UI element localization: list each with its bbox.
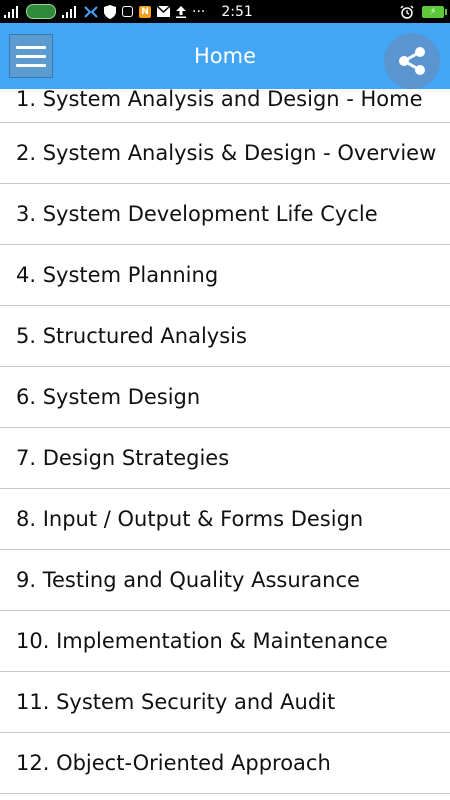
list-item-label: 1. System Analysis and Design - Home [16, 89, 423, 111]
list-item-label: 9. Testing and Quality Assurance [16, 568, 360, 592]
list-item-label: 8. Input / Output & Forms Design [16, 507, 364, 531]
list-item-label: 7. Design Strategies [16, 446, 230, 470]
charging-icon: ⚡ [429, 6, 437, 17]
list-item[interactable]: 6. System Design [0, 367, 450, 428]
list-item-label: 11. System Security and Audit [16, 690, 336, 714]
list-item[interactable]: 1. System Analysis and Design - Home [0, 89, 450, 123]
list-item[interactable]: 11. System Security and Audit [0, 672, 450, 733]
battery-icon: ⚡ [422, 5, 447, 18]
list-item[interactable]: 4. System Planning [0, 245, 450, 306]
list-item-label: 3. System Development Life Cycle [16, 202, 378, 226]
status-bar: N ··· 2:51 ⚡ [0, 0, 450, 23]
signal-2-icon [62, 5, 76, 18]
list-item[interactable]: 3. System Development Life Cycle [0, 184, 450, 245]
gmail-icon [157, 6, 170, 17]
list-item-label: 5. Structured Analysis [16, 324, 247, 348]
list-item-label: 4. System Planning [16, 263, 219, 287]
alarm-icon [400, 4, 414, 19]
app-bar: Home [0, 23, 450, 89]
hamburger-menu-icon [16, 45, 46, 49]
list-item[interactable]: 12. Object-Oriented Approach [0, 733, 450, 794]
list-item-label: 10. Implementation & Maintenance [16, 629, 388, 653]
carrier-logo-icon [26, 4, 56, 19]
list-item-label: 12. Object-Oriented Approach [16, 751, 331, 775]
hamburger-menu-button[interactable] [9, 34, 53, 78]
instagram-icon [122, 6, 133, 17]
signal-icon [4, 5, 18, 18]
app-notification-icon [84, 5, 98, 18]
more-notifications-icon: ··· [192, 3, 206, 20]
share-button[interactable] [384, 33, 440, 89]
list-item[interactable]: 5. Structured Analysis [0, 306, 450, 367]
list-item[interactable]: 9. Testing and Quality Assurance [0, 550, 450, 611]
clock: 2:51 [221, 3, 253, 20]
list-item-label: 6. System Design [16, 385, 201, 409]
list-item-label: 2. System Analysis & Design - Overview [16, 141, 437, 165]
upload-icon [176, 5, 186, 18]
list-item[interactable]: 2. System Analysis & Design - Overview [0, 123, 450, 184]
share-icon [399, 47, 425, 75]
notes-app-icon: N [139, 5, 151, 18]
page-title: Home [193, 44, 256, 68]
list-item[interactable]: 10. Implementation & Maintenance [0, 611, 450, 672]
list-item[interactable]: 7. Design Strategies [0, 428, 450, 489]
topic-list: 1. System Analysis and Design - Home 2. … [0, 89, 450, 800]
list-item[interactable]: 8. Input / Output & Forms Design [0, 489, 450, 550]
shield-icon [104, 4, 116, 19]
